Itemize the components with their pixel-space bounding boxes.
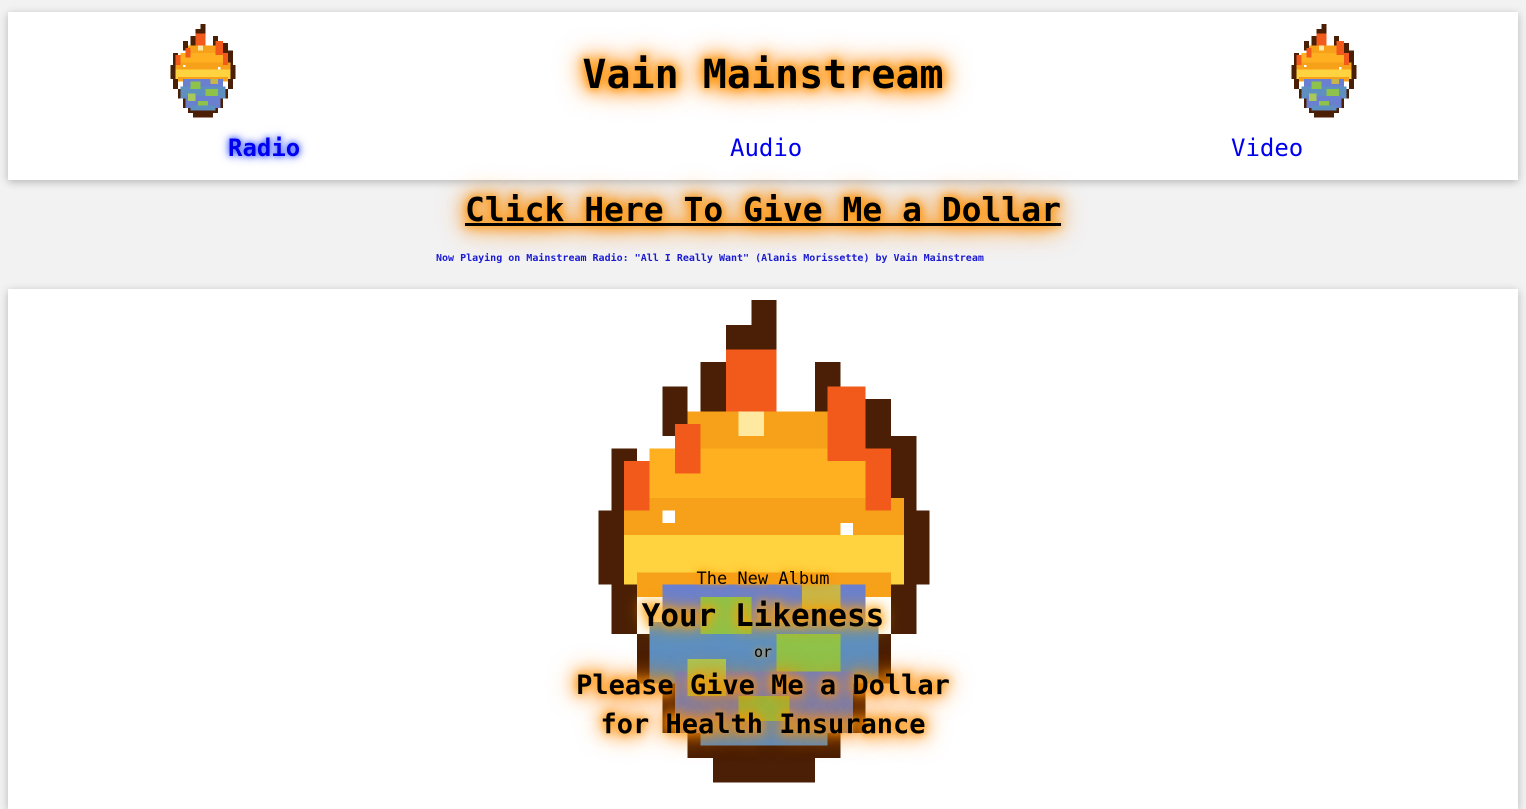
now-playing-text: Now Playing on Mainstream Radio: "All I … — [436, 253, 984, 264]
album-kicker: The New Album — [696, 569, 830, 589]
album-subtitle-line1: Please Give Me a Dollar — [576, 670, 950, 701]
burning-earth-icon — [1289, 24, 1359, 120]
nav-audio-link[interactable]: Audio — [730, 134, 802, 162]
donate-link[interactable]: Click Here To Give Me a Dollar — [0, 190, 1526, 229]
album-or: or — [753, 643, 773, 661]
nav-video-link[interactable]: Video — [1231, 134, 1303, 162]
album-subtitle-line2: for Health Insurance — [600, 709, 926, 740]
album-title: Your Likeness — [641, 598, 885, 634]
album-subtitle: Please Give Me a Dollar for Health Insur… — [0, 666, 1526, 744]
nav-radio-link[interactable]: Radio — [228, 134, 300, 162]
